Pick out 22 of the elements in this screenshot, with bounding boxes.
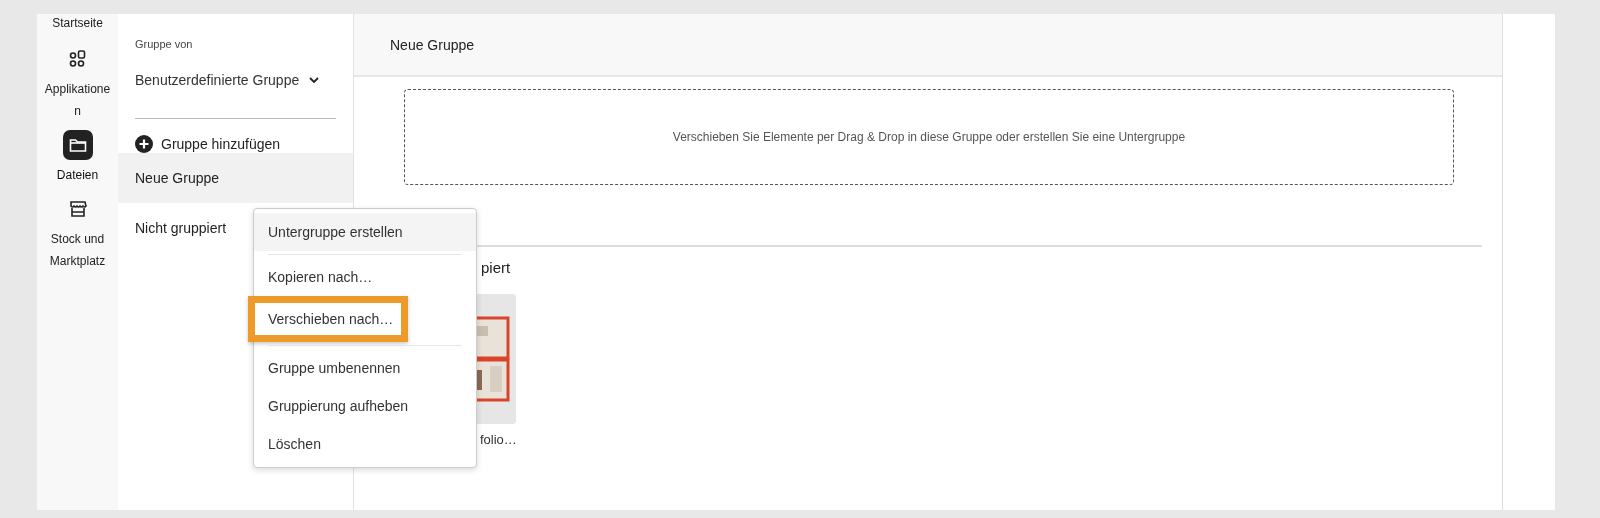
drop-hint: Verschieben Sie Elemente per Drag & Drop in diese Gruppe oder erstellen Sie eine Untergruppe bbox=[672, 130, 1186, 144]
chevron-icon bbox=[309, 76, 320, 84]
group-item[interactable]: Neue Gruppe bbox=[118, 153, 353, 203]
menu-item[interactable]: Löschen bbox=[258, 425, 472, 463]
menu-item[interactable]: Untergruppe erstellen bbox=[254, 213, 476, 251]
menu-item[interactable]: Kopieren nach… bbox=[258, 258, 472, 296]
file-name: folio… bbox=[480, 432, 517, 447]
plus-circle-icon bbox=[135, 135, 153, 153]
rail-label[interactable]: Applikationen bbox=[41, 78, 114, 122]
rail-label[interactable]: Startseite bbox=[41, 14, 114, 32]
menu-item[interactable]: Verschieben nach… bbox=[248, 296, 408, 342]
group-by-dropdown[interactable]: Benutzerdefinierte Gruppe bbox=[135, 72, 320, 88]
rail-label[interactable]: Dateien bbox=[41, 164, 114, 186]
menu-item[interactable]: Gruppierung aufheben bbox=[258, 387, 472, 425]
menu-item[interactable]: Gruppe umbenennen bbox=[258, 349, 472, 387]
group-title: Neue Gruppe bbox=[390, 36, 475, 53]
folder-icon[interactable] bbox=[62, 130, 93, 160]
drop-zone[interactable]: Verschieben Sie Elemente per Drag & Drop in diese Gruppe oder erstellen Sie eine Untergruppe bbox=[404, 89, 1454, 185]
section-heading: piert bbox=[481, 259, 511, 276]
add-group-button[interactable]: Gruppe hinzufügen bbox=[135, 135, 281, 153]
rail-label[interactable]: Stock und Marktplatz bbox=[41, 228, 114, 272]
group-by-label: Gruppe von bbox=[135, 38, 194, 50]
